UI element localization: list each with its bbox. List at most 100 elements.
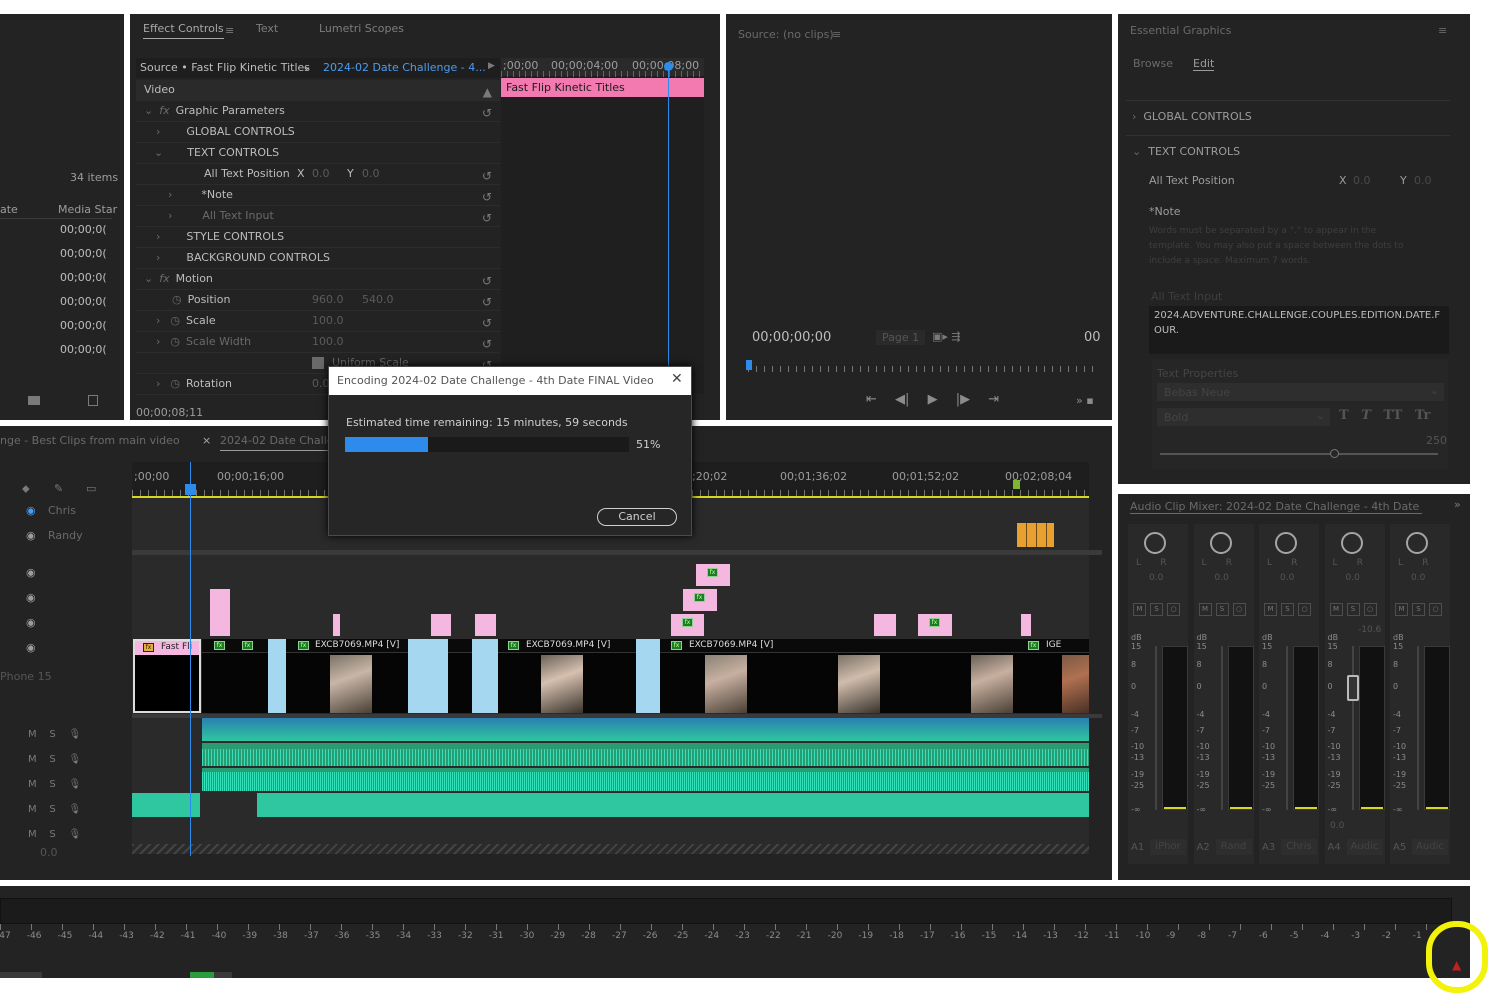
eg-x-value[interactable]: 0.0 [1353, 174, 1371, 187]
wrench-icon[interactable]: ✎ [54, 482, 63, 495]
page-selector[interactable]: Page 1 [876, 330, 926, 345]
font-size-slider[interactable] [1160, 453, 1438, 455]
project-col-rate[interactable]: ate [0, 203, 18, 216]
volume-fader-track[interactable] [1351, 646, 1354, 810]
tab-edit[interactable]: Edit [1193, 57, 1215, 71]
title-clip[interactable]: fx [683, 589, 717, 611]
reset-icon[interactable]: ↺ [482, 334, 492, 354]
eye-icon[interactable]: ◉ [26, 591, 36, 604]
timeline-playhead[interactable] [190, 462, 191, 856]
step-forward-icon[interactable]: |▶ [956, 392, 970, 407]
all-text-position-row[interactable]: All Text Position X 0.0 Y 0.0 ↺ [136, 164, 500, 185]
volume-fader-track[interactable] [1155, 646, 1157, 810]
channel-name[interactable]: iPhor [1150, 839, 1186, 855]
title-clip[interactable] [333, 614, 340, 636]
pan-knob[interactable] [1275, 532, 1297, 554]
tab-lumetri-scopes[interactable]: Lumetri Scopes [319, 22, 404, 35]
font-select[interactable]: Bebas Neue ⌄ [1157, 383, 1444, 401]
mute-button[interactable]: M [1198, 603, 1212, 616]
all-text-input-row[interactable]: › All Text Input ↺ [136, 206, 500, 227]
volume-fader-track[interactable] [1220, 646, 1223, 810]
play-icon[interactable]: ▶ [928, 392, 938, 407]
mute-button[interactable]: M [1329, 603, 1343, 616]
video-clip-strip[interactable]: fx fx fx EXCB7069.MP4 [V] fx EXCB7069.MP… [202, 639, 1089, 713]
title-clip[interactable] [874, 614, 896, 636]
record-button[interactable]: ○ [1298, 603, 1311, 616]
source-timecode[interactable]: 00;00;00;00 [752, 330, 831, 345]
eg-y-value[interactable]: 0.0 [1414, 174, 1432, 187]
menu-icon[interactable]: ≡ [832, 28, 841, 41]
snap-icon[interactable]: ⬥ [22, 482, 30, 496]
project-row[interactable]: 00;00;0( [60, 223, 107, 236]
title-clip[interactable]: fx [696, 564, 730, 586]
record-button[interactable]: ○ [1363, 603, 1377, 616]
graphic-parameters-row[interactable]: ⌄ fx Graphic Parameters ↺ [136, 101, 500, 122]
cancel-button[interactable]: Cancel [597, 508, 677, 526]
title-clip[interactable] [210, 589, 230, 636]
play-icon[interactable]: ▶ [488, 61, 495, 71]
font-size-value[interactable]: 250 [1426, 434, 1447, 447]
close-icon[interactable]: × [202, 434, 211, 447]
eye-icon[interactable]: ◉ [26, 616, 36, 629]
pan-value[interactable]: 0.0 [1346, 573, 1360, 583]
captions-icon[interactable]: ▭ [86, 482, 96, 495]
ec-playhead[interactable] [668, 62, 669, 394]
project-row[interactable]: 00;00;0( [60, 295, 107, 308]
reset-icon[interactable]: ↺ [482, 187, 492, 207]
ec-timecode[interactable]: 00;00;08;11 [136, 406, 203, 419]
pan-knob[interactable] [1209, 532, 1232, 554]
title-clip[interactable] [1021, 614, 1031, 636]
source-playhead[interactable] [746, 360, 752, 370]
title-clip[interactable] [431, 614, 451, 636]
volume-fader-track[interactable] [1417, 646, 1419, 810]
background-controls-row[interactable]: › BACKGROUND CONTROLS [136, 248, 500, 269]
sequence-label[interactable]: 2024-02 Date Challenge - 4... [323, 61, 486, 74]
reset-icon[interactable]: ↺ [482, 313, 492, 333]
mark-in-icon[interactable]: ⇤ [866, 392, 877, 407]
essential-graphics-title[interactable]: Essential Graphics [1130, 24, 1231, 37]
audio-clip-a4[interactable] [257, 793, 1089, 817]
orange-clip[interactable] [1017, 523, 1054, 547]
source-ruler[interactable] [748, 366, 1098, 372]
volume-fader-thumb[interactable] [1346, 675, 1359, 701]
marker-icon[interactable] [1013, 480, 1020, 489]
scale-width-row[interactable]: › ◷ Scale Width 100.0 ↺ [136, 332, 500, 353]
expand-icon[interactable]: » [1454, 498, 1461, 511]
reset-icon[interactable]: ↺ [482, 208, 492, 228]
source-monitor-title[interactable]: Source: (no clips) [738, 28, 834, 41]
eye-icon[interactable]: ◉ [26, 641, 36, 654]
audio-clip-a3[interactable] [202, 768, 1089, 791]
solo-button[interactable]: S [1281, 603, 1294, 616]
uniform-scale-checkbox[interactable] [312, 357, 324, 369]
pan-knob[interactable] [1144, 532, 1166, 554]
scale-row[interactable]: › ◷ Scale 100.0 ↺ [136, 311, 500, 332]
channel-name[interactable]: Rand [1215, 839, 1252, 855]
timeline-tab-best-clips[interactable]: nge - Best Clips from main video [0, 434, 180, 447]
project-row[interactable]: 00;00;0( [60, 247, 107, 260]
eye-icon[interactable]: ◉ [26, 566, 36, 579]
weight-select[interactable]: Bold ⌄ [1157, 408, 1330, 426]
note-row[interactable]: › *Note ↺ [136, 185, 500, 206]
reset-icon[interactable]: ↺ [482, 103, 492, 123]
position-row[interactable]: ◷ Position 960.0 540.0 ↺ [136, 290, 500, 311]
eg-text-controls[interactable]: ⌄ TEXT CONTROLS [1132, 145, 1240, 158]
tab-menu-icon[interactable]: ≡ [225, 24, 234, 37]
mute-button[interactable]: M [1264, 603, 1277, 616]
text-style-buttons[interactable]: T T TT Tr [1339, 408, 1430, 423]
audio-clip-a2[interactable] [202, 743, 1089, 766]
eye-icon[interactable]: ◉ [26, 504, 36, 517]
font-size-slider-thumb[interactable] [1330, 449, 1339, 458]
pan-value[interactable]: 0.0 [1215, 573, 1229, 583]
solo-button[interactable]: S [1215, 603, 1229, 616]
chevron-down-icon[interactable]: ⌄ [302, 60, 311, 73]
title-clip[interactable] [475, 614, 496, 636]
audio-clip-a1[interactable] [202, 718, 1089, 741]
step-back-icon[interactable]: ◀| [895, 392, 909, 407]
mark-out-icon[interactable]: ⇥ [988, 392, 999, 407]
solo-button[interactable]: S [1346, 603, 1360, 616]
channel-name[interactable]: Chris [1281, 839, 1317, 855]
project-row[interactable]: 00;00;0( [60, 319, 107, 332]
eye-icon[interactable]: ◉ [26, 529, 36, 542]
pan-value[interactable]: 0.0 [1149, 573, 1163, 583]
menu-icon[interactable]: ≡ [1438, 24, 1447, 37]
